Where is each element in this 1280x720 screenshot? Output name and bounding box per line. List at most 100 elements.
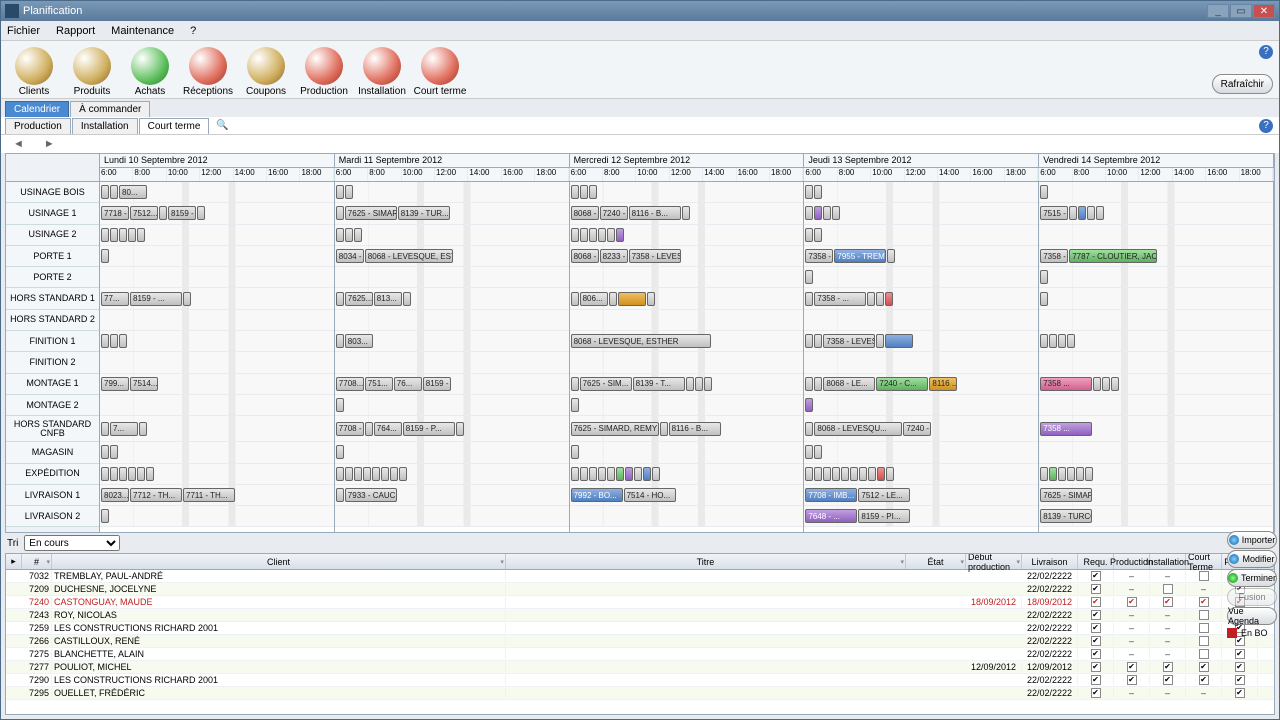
task-bar[interactable]: 7512... <box>130 206 158 220</box>
task-bar[interactable] <box>345 467 353 481</box>
task-bar[interactable]: 7708... <box>336 377 364 391</box>
task-bar[interactable] <box>607 467 615 481</box>
task-bar[interactable] <box>609 292 617 306</box>
task-bar[interactable]: 8233 - ... <box>600 249 628 263</box>
search-icon[interactable]: 🔍 <box>216 120 228 131</box>
tab-a-commander[interactable]: À commander <box>70 101 150 117</box>
task-bar[interactable] <box>607 228 615 242</box>
task-bar[interactable] <box>814 334 822 348</box>
task-bar[interactable]: 8139 - T... <box>633 377 685 391</box>
task-bar[interactable]: 7358 - ... <box>814 292 866 306</box>
task-bar[interactable] <box>101 334 109 348</box>
task-bar[interactable] <box>365 422 373 436</box>
toolbtn-production[interactable]: Production <box>296 43 352 97</box>
task-bar[interactable] <box>580 467 588 481</box>
task-bar[interactable] <box>128 228 136 242</box>
grid-row[interactable]: 7243ROY, NICOLAS22/02/2222✔––✔ <box>6 609 1274 622</box>
task-bar[interactable]: 7933 - CAUCHON, ... <box>345 488 397 502</box>
task-bar[interactable] <box>571 467 579 481</box>
task-bar[interactable] <box>1058 334 1066 348</box>
task-bar[interactable]: 8159 - ... <box>130 292 182 306</box>
task-bar[interactable] <box>336 398 344 412</box>
task-bar[interactable] <box>652 467 660 481</box>
task-bar[interactable]: 7708 - IMB... <box>805 488 857 502</box>
task-bar[interactable] <box>1067 334 1075 348</box>
task-bar[interactable] <box>197 206 205 220</box>
task-bar[interactable]: 8068 - LE... <box>823 377 875 391</box>
task-bar[interactable] <box>814 185 822 199</box>
task-bar[interactable] <box>814 377 822 391</box>
task-bar[interactable] <box>336 488 344 502</box>
task-bar[interactable]: 7625 - SIM... <box>580 377 632 391</box>
task-bar[interactable] <box>1049 334 1057 348</box>
task-bar[interactable]: 80... <box>119 185 147 199</box>
task-bar[interactable] <box>336 185 344 199</box>
task-bar[interactable] <box>805 270 813 284</box>
task-bar[interactable] <box>336 292 344 306</box>
task-bar[interactable] <box>571 292 579 306</box>
task-bar[interactable]: 7358 - ... <box>1040 249 1068 263</box>
task-bar[interactable]: 7787 - CLOUTIER, JACQUES <box>1069 249 1157 263</box>
task-bar[interactable]: 77... <box>101 292 129 306</box>
task-bar[interactable] <box>101 228 109 242</box>
task-bar[interactable] <box>589 185 597 199</box>
task-bar[interactable] <box>1067 467 1075 481</box>
task-bar[interactable] <box>571 398 579 412</box>
task-bar[interactable]: 7648 - ... <box>805 509 857 523</box>
task-bar[interactable] <box>877 467 885 481</box>
task-bar[interactable] <box>885 292 893 306</box>
task-bar[interactable]: 764... <box>374 422 402 436</box>
task-bar[interactable] <box>841 467 849 481</box>
task-bar[interactable] <box>1085 467 1093 481</box>
task-bar[interactable]: 806... <box>580 292 608 306</box>
task-bar[interactable] <box>571 377 579 391</box>
grid-row[interactable]: 7266CASTILLOUX, RENÉ22/02/2222✔––✔ <box>6 635 1274 648</box>
task-bar[interactable] <box>876 292 884 306</box>
task-bar[interactable] <box>805 334 813 348</box>
task-bar[interactable] <box>887 249 895 263</box>
btn-fusion[interactable]: Fusion <box>1227 588 1277 606</box>
task-bar[interactable] <box>101 445 109 459</box>
task-bar[interactable] <box>1102 377 1110 391</box>
task-bar[interactable]: 7992 - BO... <box>571 488 623 502</box>
task-bar[interactable]: 8068 - ... <box>571 249 599 263</box>
refresh-button[interactable]: Rafraîchir <box>1212 74 1273 94</box>
task-bar[interactable] <box>589 228 597 242</box>
col-num[interactable]: # <box>22 554 52 569</box>
grid-row[interactable]: 7275BLANCHETTE, ALAIN22/02/2222✔––✔ <box>6 648 1274 661</box>
task-bar[interactable] <box>814 228 822 242</box>
task-bar[interactable] <box>805 422 813 436</box>
toolbtn-installation[interactable]: Installation <box>354 43 410 97</box>
task-bar[interactable] <box>110 467 118 481</box>
task-bar[interactable] <box>456 422 464 436</box>
btn-importer[interactable]: Importer <box>1227 531 1277 549</box>
toolbtn-produits[interactable]: Produits <box>64 43 120 97</box>
col-debut[interactable]: Début production <box>966 554 1022 569</box>
task-bar[interactable]: 7... <box>110 422 138 436</box>
col-ct[interactable]: Court Terme <box>1186 554 1222 569</box>
task-bar[interactable] <box>1058 467 1066 481</box>
task-bar[interactable] <box>110 445 118 459</box>
task-bar[interactable]: 7708 - ... <box>336 422 364 436</box>
task-bar[interactable] <box>616 228 624 242</box>
task-bar[interactable] <box>876 334 884 348</box>
menu-fichier[interactable]: Fichier <box>7 25 40 37</box>
col-prod[interactable]: Production <box>1114 554 1150 569</box>
task-bar[interactable]: 8159 - ... <box>423 377 451 391</box>
task-bar[interactable]: 7625 - SIMAR... <box>345 206 397 220</box>
task-bar[interactable] <box>119 334 127 348</box>
col-titre[interactable]: Titre <box>506 554 906 569</box>
task-bar[interactable] <box>137 467 145 481</box>
col-expand[interactable]: ▸ <box>6 554 22 569</box>
task-bar[interactable] <box>647 292 655 306</box>
task-bar[interactable] <box>363 467 371 481</box>
task-bar[interactable] <box>336 467 344 481</box>
task-bar[interactable] <box>805 377 813 391</box>
task-bar[interactable] <box>119 467 127 481</box>
task-bar[interactable] <box>832 206 840 220</box>
task-bar[interactable] <box>336 206 344 220</box>
filter-select[interactable]: En cours <box>24 535 120 551</box>
grid-row[interactable]: 7032TREMBLAY, PAUL-ANDRÉ22/02/2222✔––✔ <box>6 570 1274 583</box>
task-bar[interactable] <box>1111 377 1119 391</box>
task-bar[interactable] <box>336 228 344 242</box>
